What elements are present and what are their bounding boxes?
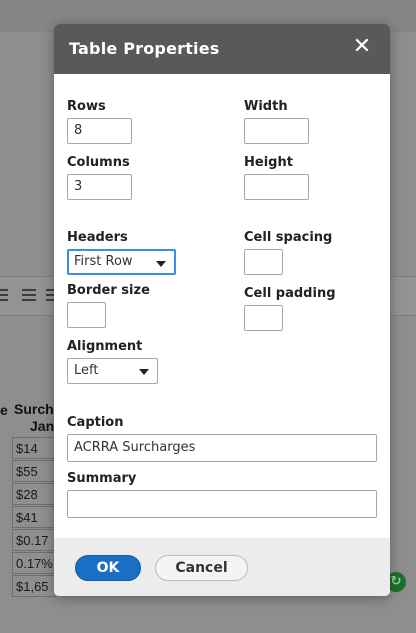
table-cell: $0.17 [12,529,56,551]
close-icon[interactable]: ✕ [352,36,372,58]
dialog-footer: OK Cancel [54,538,390,596]
headers-label: Headers [67,230,128,245]
table-cell: $55 [12,460,56,482]
caption-label: Caption [67,415,124,430]
cell-padding-field[interactable] [244,305,283,331]
border-size-field[interactable] [67,302,106,328]
height-label: Height [244,155,293,170]
toolbar-tool-icon [0,289,8,301]
rows-field[interactable]: 8 [67,118,132,144]
table-header-fragment: e [0,402,8,418]
bulleted-list-icon [22,289,36,301]
table-cell: $41 [12,506,56,528]
border-size-label: Border size [67,283,150,298]
width-label: Width [244,99,288,114]
alignment-select[interactable]: Left [67,358,158,384]
height-field[interactable] [244,174,309,200]
cell-padding-label: Cell padding [244,286,336,301]
columns-field[interactable]: 3 [67,174,132,200]
dialog-title: Table Properties [69,39,220,58]
table-header-surcharge: Surch Jan [14,401,54,435]
summary-field[interactable] [67,490,377,518]
numbered-list-icon [46,289,54,301]
table-cell: $1,65 [12,575,56,597]
width-field[interactable] [244,118,309,144]
dialog-header: Table Properties ✕ [54,24,390,74]
chevron-down-icon [139,369,149,375]
cell-spacing-field[interactable] [244,249,283,275]
ok-button[interactable]: OK [75,555,141,581]
cancel-button[interactable]: Cancel [155,555,248,581]
table-header-line-1: Surch [14,401,54,417]
headers-select[interactable]: First Row [67,249,176,275]
columns-label: Columns [67,155,130,170]
caption-field[interactable]: ACRRA Surcharges [67,434,377,462]
rows-label: Rows [67,99,106,114]
table-properties-dialog: Table Properties ✕ Rows 8 Columns 3 Head… [54,24,390,596]
table-cell: $28 [12,483,56,505]
alignment-select-value: Left [74,363,99,378]
cell-spacing-label: Cell spacing [244,230,333,245]
headers-select-value: First Row [74,254,133,269]
summary-label: Summary [67,471,137,486]
table-cell: 0.17% [12,552,56,574]
chevron-down-icon [156,261,166,267]
alignment-label: Alignment [67,339,143,354]
table-cell: $14 [12,437,56,459]
table-header-line-2: Jan [30,418,55,434]
